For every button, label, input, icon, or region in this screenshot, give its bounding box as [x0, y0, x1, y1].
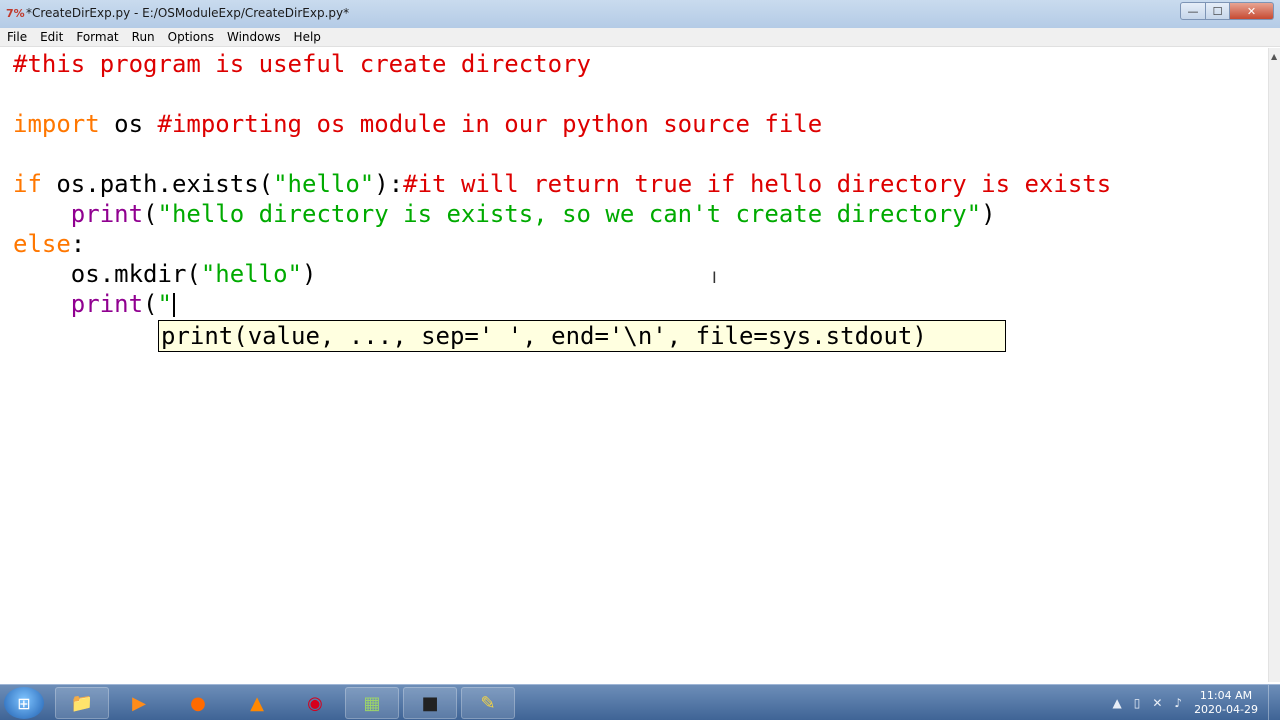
windows-logo-icon: ⊞ — [17, 693, 31, 713]
taskbar-app-vlc[interactable]: ▲ — [230, 687, 284, 719]
taskbar-app-firefox[interactable]: ● — [171, 687, 225, 719]
builtin-token: print — [70, 290, 144, 318]
show-desktop-button[interactable] — [1268, 685, 1280, 721]
text-caret — [172, 293, 175, 317]
window-title: *CreateDirExp.py - E:/OSModuleExp/Create… — [26, 6, 350, 20]
menu-bar: File Edit Format Run Options Windows Hel… — [0, 28, 1280, 47]
menu-windows[interactable]: Windows — [227, 30, 281, 44]
python-icon: ✎ — [480, 692, 496, 714]
minimize-button[interactable]: — — [1180, 2, 1206, 20]
comment-token: #importing os module in our python sourc… — [157, 110, 823, 138]
taskbar: ⊞ 📁 ▶ ● ▲ ◉ ▦ ■ ✎ ▲ ▯ ✕ ♪ 11:04 AM 2020-… — [0, 684, 1280, 721]
scroll-up-arrow-icon[interactable]: ▲ — [1271, 52, 1277, 61]
taskbar-app-opera[interactable]: ◉ — [288, 687, 342, 719]
code-line-8: os.mkdir("hello") — [13, 259, 317, 289]
keyword-token: import — [13, 110, 100, 138]
tray-expand-icon[interactable]: ▲ — [1112, 696, 1121, 710]
folder-icon: 📁 — [70, 692, 94, 714]
media-player-icon: ▶ — [132, 692, 146, 714]
taskbar-app-media-player[interactable]: ▶ — [112, 687, 166, 719]
string-token: "hello directory is exists, so we can't … — [157, 200, 982, 228]
code-token: os — [99, 110, 158, 138]
code-line-5: if os.path.exists("hello"):#it will retu… — [13, 169, 1111, 199]
menu-file[interactable]: File — [7, 30, 27, 44]
code-token: ): — [374, 170, 404, 198]
volume-icon[interactable]: ♪ — [1174, 696, 1182, 710]
notes-icon: ▦ — [363, 692, 381, 714]
clock-time: 11:04 AM — [1199, 689, 1253, 702]
taskbar-app-folder[interactable]: 📁 — [55, 687, 109, 719]
start-button[interactable]: ⊞ — [4, 687, 44, 719]
comment-token: #this program is useful create directory — [13, 50, 591, 78]
calltip-tooltip: print(value, ..., sep=' ', end='\n', fil… — [158, 320, 1006, 352]
code-token: ) — [981, 200, 996, 228]
menu-options[interactable]: Options — [168, 30, 214, 44]
code-line-6: print("hello directory is exists, so we … — [13, 199, 996, 229]
window-controls: — ☐ ✕ — [1180, 2, 1274, 20]
code-token: os.path.exists( — [41, 170, 274, 198]
code-token: ) — [302, 260, 317, 288]
battery-icon[interactable]: ▯ — [1134, 696, 1141, 710]
firefox-icon: ● — [190, 692, 206, 714]
keyword-token: if — [13, 170, 42, 198]
menu-edit[interactable]: Edit — [40, 30, 63, 44]
menu-help[interactable]: Help — [294, 30, 321, 44]
string-token: "hello" — [273, 170, 375, 198]
vlc-icon: ▲ — [250, 692, 264, 714]
code-token: : — [70, 230, 86, 258]
code-token: ( — [143, 290, 158, 318]
window-titlebar: 7% *CreateDirExp.py - E:/OSModuleExp/Cre… — [0, 0, 1280, 28]
clock-date: 2020-04-29 — [1194, 703, 1258, 716]
code-line-9: print(" — [13, 289, 175, 319]
code-editor[interactable] — [0, 48, 1268, 682]
string-token: " — [157, 290, 172, 318]
maximize-button[interactable]: ☐ — [1206, 2, 1230, 20]
code-token: ( — [143, 200, 158, 228]
ibeam-cursor-icon: I — [712, 268, 717, 287]
code-line-7: else: — [13, 229, 85, 259]
video-recorder-icon: ■ — [421, 692, 439, 714]
taskbar-app-video-recorder[interactable]: ■ — [403, 687, 457, 719]
vertical-scrollbar[interactable]: ▲ — [1268, 48, 1280, 682]
code-line-3: import os #importing os module in our py… — [13, 109, 822, 139]
keyword-token: else — [13, 230, 71, 258]
comment-token: #it will return true if hello directory … — [403, 170, 1112, 198]
idle-app-icon: 7% — [6, 7, 25, 20]
builtin-token: print — [70, 200, 144, 228]
menu-format[interactable]: Format — [76, 30, 118, 44]
code-line-1: #this program is useful create directory — [13, 49, 591, 79]
taskbar-app-python[interactable]: ✎ — [461, 687, 515, 719]
opera-icon: ◉ — [307, 692, 323, 714]
code-token: os.mkdir( — [70, 260, 201, 288]
system-tray: ▲ ▯ ✕ ♪ 11:04 AM 2020-04-29 — [1112, 685, 1280, 721]
clock[interactable]: 11:04 AM 2020-04-29 — [1194, 689, 1258, 717]
taskbar-app-notes[interactable]: ▦ — [345, 687, 399, 719]
menu-run[interactable]: Run — [132, 30, 155, 44]
close-button[interactable]: ✕ — [1230, 2, 1274, 20]
string-token: "hello" — [200, 260, 302, 288]
network-icon[interactable]: ✕ — [1152, 696, 1162, 710]
